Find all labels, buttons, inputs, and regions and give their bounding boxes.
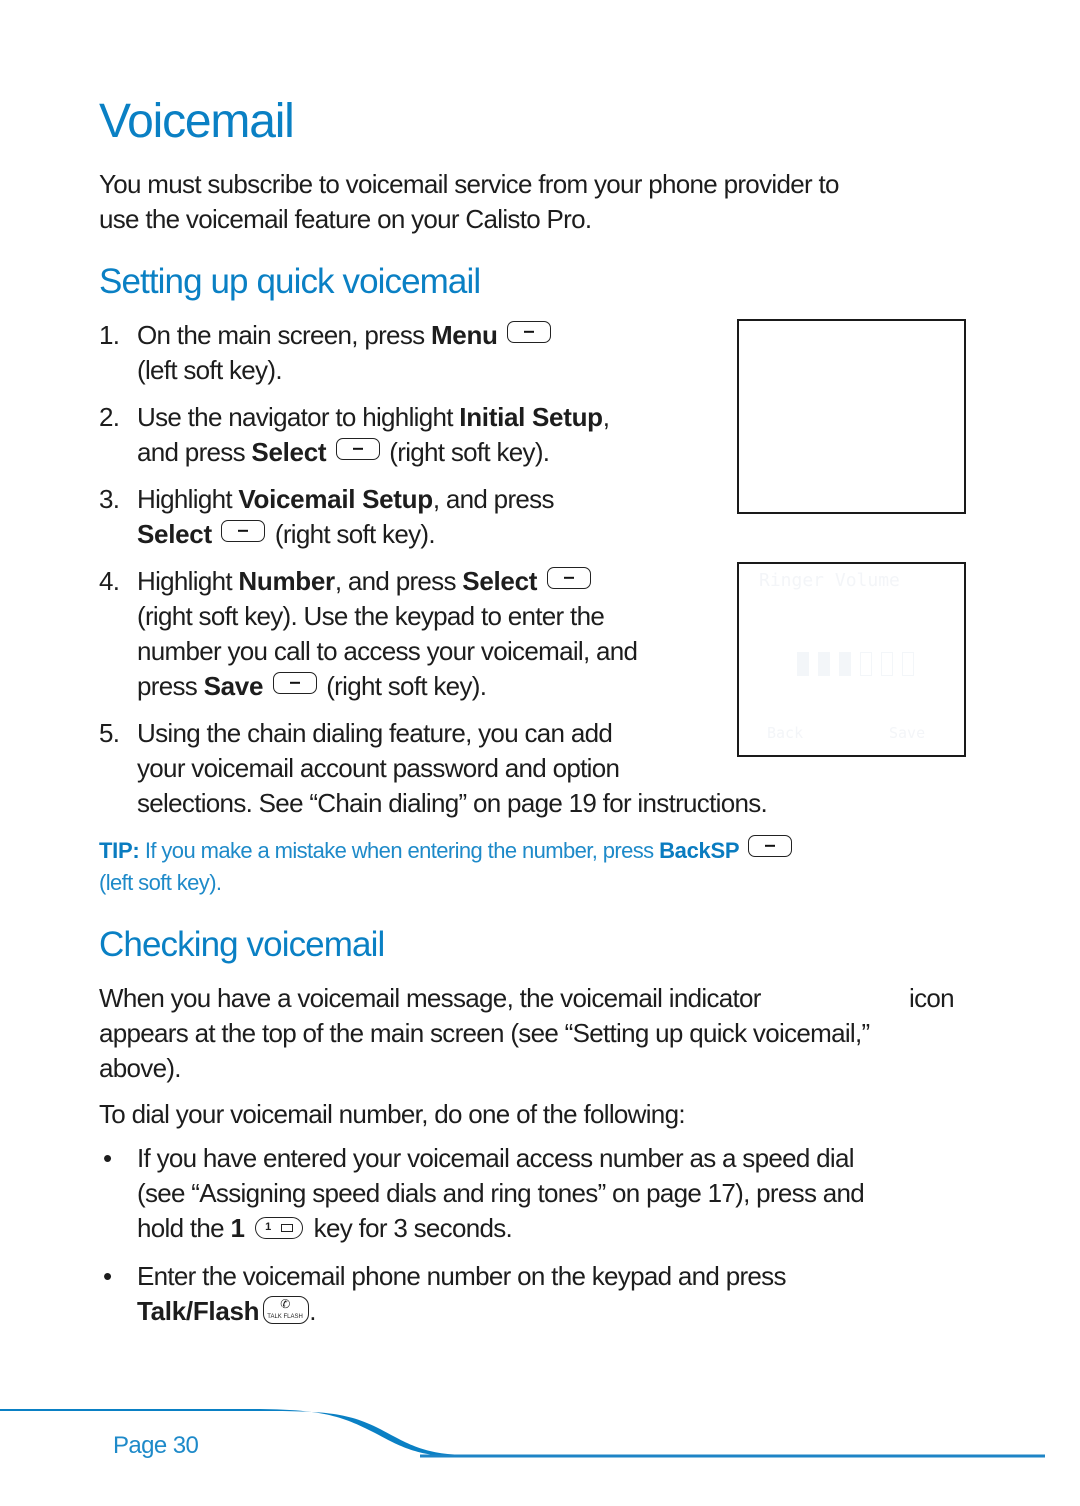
soft-key-icon: [747, 835, 792, 857]
phone-screen-ringer: Ringer Volume Back Save: [737, 562, 966, 757]
step-text: Highlight: [137, 566, 239, 596]
step-text: On the main screen, press: [137, 320, 431, 350]
select-key-label: Select: [137, 519, 212, 549]
section-heading-setup: Setting up quick voicemail: [99, 262, 481, 301]
envelope-icon: [281, 1224, 294, 1232]
step-text: (right soft key).: [382, 437, 550, 467]
volume-bar-filled: [797, 652, 809, 676]
key-1-label: 1: [230, 1213, 245, 1243]
save-key-label: Save: [203, 671, 264, 701]
bullet-line: hold the 1 1 key for 3 seconds.: [137, 1211, 513, 1246]
step-number: 5.: [99, 718, 120, 748]
page-number: Page 30: [113, 1432, 199, 1459]
number-label: Number: [238, 566, 335, 596]
volume-bar-filled: [839, 652, 851, 676]
step-line: Use the navigator to highlight Initial S…: [137, 400, 610, 435]
key-label: TALK FLASH: [267, 1314, 303, 1320]
phone-screen-main: [737, 319, 966, 514]
step-number: 4.: [99, 566, 120, 596]
soft-key-icon: [272, 672, 317, 694]
step-text: Use the navigator to highlight: [137, 402, 460, 432]
tip-line-2: (left soft key).: [99, 870, 222, 895]
initial-setup-label: Initial Setup: [459, 402, 603, 432]
step-text: Highlight: [137, 484, 239, 514]
soft-key-icon: [335, 438, 380, 460]
step-line: selections. See “Chain dialing” on page …: [137, 788, 768, 818]
footer-wave: [248, 1409, 470, 1457]
bullet-dot: •: [103, 1143, 112, 1173]
select-key-label: Select: [251, 437, 327, 467]
volume-bar-empty: [881, 652, 893, 676]
screen-title: Ringer Volume: [759, 570, 900, 591]
step-number: 1.: [99, 320, 120, 350]
tip-line-1: TIP: If you make a mistake when entering…: [99, 835, 795, 867]
para-line: appears at the top of the main screen (s…: [99, 1018, 870, 1048]
step-line: Select (right soft key).: [137, 517, 436, 552]
voicemail-setup-label: Voicemail Setup: [238, 484, 433, 514]
bullet-dot: •: [103, 1261, 112, 1291]
bullet-line: Talk/Flash ✆ TALK FLASH.: [137, 1294, 316, 1329]
phone-handset-icon: ✆: [280, 1297, 290, 1311]
volume-bar-filled: [818, 652, 830, 676]
tip-text: If you make a mistake when entering the …: [139, 838, 660, 863]
page-title: Voicemail: [99, 95, 295, 148]
bullet-line: If you have entered your voicemail acces…: [137, 1143, 855, 1173]
step-number: 2.: [99, 402, 120, 432]
soft-key-icon: [221, 520, 266, 542]
step-text: ,: [602, 402, 610, 432]
backsp-key-label: BackSP: [659, 838, 740, 863]
section-heading-checking: Checking voicemail: [99, 925, 385, 964]
volume-bar-empty: [860, 652, 872, 676]
tip-label: TIP:: [99, 838, 140, 863]
intro-line-1: You must subscribe to voicemail service …: [99, 169, 839, 199]
voicemail-1-key-icon: 1: [255, 1217, 304, 1239]
menu-key-label: Menu: [430, 320, 498, 350]
talk-flash-label: Talk/Flash: [137, 1296, 260, 1326]
para-line: icon: [909, 983, 955, 1013]
step-line: and press Select (right soft key).: [137, 435, 550, 470]
para-line: When you have a voicemail message, the v…: [99, 983, 761, 1013]
soft-key-icon: [507, 321, 552, 343]
screen-left-key-label: Back: [767, 724, 804, 742]
step-line: On the main screen, press Menu: [137, 318, 554, 353]
bullet-text: .: [309, 1296, 316, 1326]
volume-bar-empty: [902, 652, 914, 676]
intro-line-2: use the voicemail feature on your Calist…: [99, 204, 592, 234]
step-text: and press: [137, 437, 252, 467]
step-line: number you call to access your voicemail…: [137, 636, 638, 666]
step-text: (right soft key).: [319, 671, 487, 701]
para-line: above).: [99, 1053, 182, 1083]
bullet-line: (see “Assigning speed dials and ring ton…: [137, 1178, 865, 1208]
bullet-text: key for 3 seconds.: [307, 1213, 513, 1243]
step-text: press: [137, 671, 204, 701]
step-line: Using the chain dialing feature, you can…: [137, 718, 613, 748]
step-line: (left soft key).: [137, 355, 283, 385]
key-digit: 1: [265, 1221, 272, 1233]
talk-flash-key-icon: ✆ TALK FLASH: [263, 1296, 310, 1324]
step-text: , and press: [334, 566, 463, 596]
step-text: (right soft key).: [268, 519, 436, 549]
bullet-text: hold the: [137, 1213, 231, 1243]
step-line: press Save (right soft key).: [137, 669, 487, 704]
select-key-label: Select: [462, 566, 538, 596]
step-text: , and press: [432, 484, 555, 514]
bullet-line: Enter the voicemail phone number on the …: [137, 1261, 786, 1291]
step-line: Highlight Voicemail Setup, and press: [137, 482, 554, 517]
step-line: your voicemail account password and opti…: [137, 753, 620, 783]
soft-key-icon: [546, 567, 591, 589]
step-line: (right soft key). Use the keypad to ente…: [137, 601, 605, 631]
step-line: Highlight Number, and press Select: [137, 564, 594, 599]
screen-right-key-label: Save: [889, 724, 926, 742]
step-number: 3.: [99, 484, 120, 514]
para-line: To dial your voicemail number, do one of…: [99, 1099, 686, 1129]
